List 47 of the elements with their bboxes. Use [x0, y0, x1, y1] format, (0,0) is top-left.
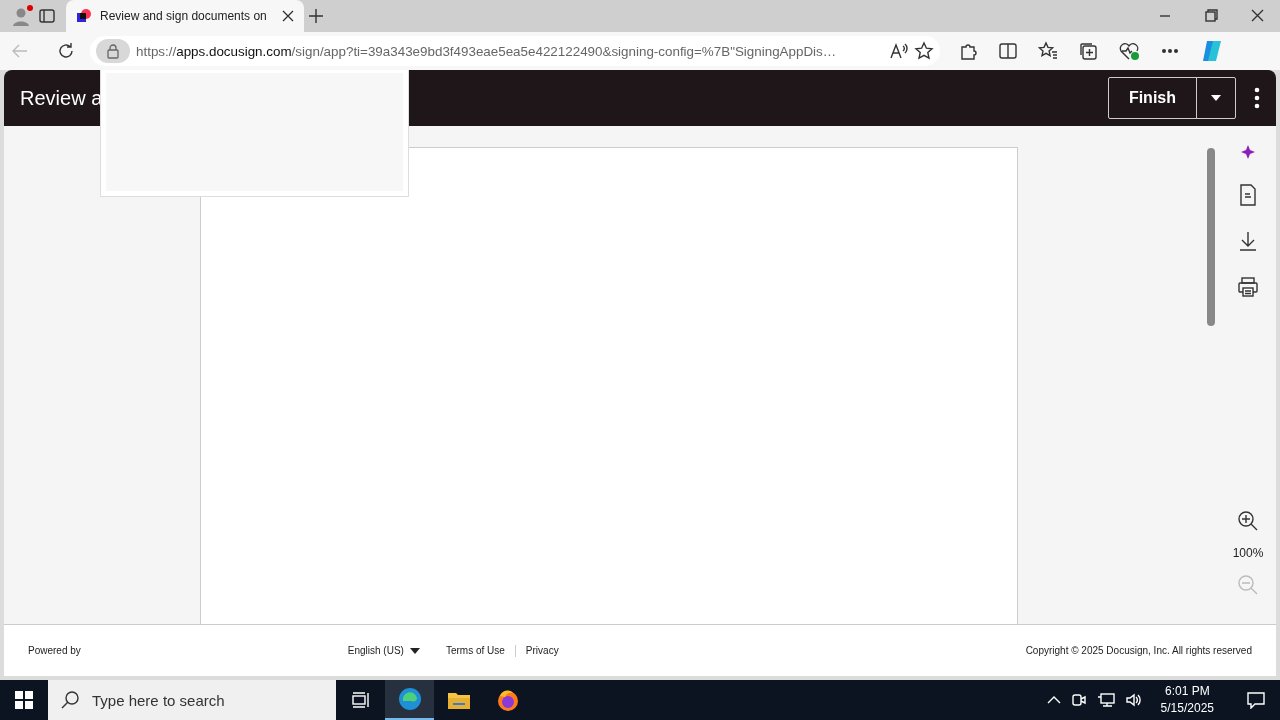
edge-taskbar-button[interactable] — [385, 680, 434, 720]
task-view-icon[interactable] — [350, 691, 371, 709]
app-logo-icon — [76, 8, 92, 24]
powered-by-text: Powered by — [28, 645, 81, 656]
new-tab-icon[interactable] — [308, 8, 324, 24]
collections-icon[interactable] — [1078, 41, 1098, 61]
close-icon[interactable] — [282, 10, 294, 22]
read-aloud-icon[interactable] — [888, 41, 908, 61]
caret-icon — [1210, 94, 1222, 102]
copyright-text: Copyright © 2025 Docusign, Inc. All rights reserved — [1025, 645, 1252, 656]
notifications-icon[interactable] — [1246, 691, 1266, 709]
print-icon[interactable] — [1237, 276, 1259, 298]
copilot-icon[interactable] — [1200, 39, 1224, 63]
network-icon[interactable] — [1096, 692, 1115, 708]
split-screen-icon[interactable] — [998, 41, 1018, 61]
extensions-icon[interactable] — [958, 41, 978, 61]
profile-icon[interactable] — [10, 4, 34, 28]
search-icon — [60, 690, 80, 710]
windows-start-icon[interactable] — [15, 691, 33, 709]
more-options-icon[interactable] — [1254, 87, 1260, 109]
zoom-level: 100% — [1232, 546, 1264, 560]
address-bar[interactable]: https://apps.docusign.com/sign/app?ti=39a343e9bd3f493eae5ea5e422122490&signing-config=%7B"SigningAppDis… — [90, 36, 940, 66]
refresh-icon[interactable] — [56, 41, 76, 61]
sparkle-icon[interactable] — [1240, 144, 1256, 160]
tab-title: Review and sign documents on — [100, 9, 268, 23]
lock-icon[interactable] — [96, 39, 130, 63]
privacy-link[interactable]: Privacy — [525, 645, 559, 656]
taskbar-search-field[interactable]: Type here to search — [48, 680, 336, 720]
terms-link[interactable]: Terms of Use — [445, 645, 505, 656]
tray-chevron-icon[interactable] — [1046, 695, 1061, 705]
favorites-icon[interactable] — [1038, 41, 1058, 61]
folder-icon[interactable] — [446, 690, 471, 710]
tab-actions-icon[interactable] — [38, 7, 56, 25]
browser-icon — [397, 687, 422, 711]
favorite-star-icon[interactable] — [914, 41, 934, 61]
zoom-in-icon[interactable] — [1237, 510, 1259, 532]
taskbar-clock[interactable]: 6:01 PM 5/15/2025 — [1152, 683, 1222, 717]
browser-tab[interactable]: Review and sign documents on — [66, 0, 304, 32]
document-icon[interactable] — [1239, 184, 1257, 206]
download-icon[interactable] — [1238, 230, 1258, 252]
volume-icon[interactable] — [1124, 692, 1143, 708]
camera-icon[interactable] — [1070, 692, 1087, 708]
url-text: https://apps.docusign.com/sign/app?ti=39a343e9bd3f493eae5ea5e422122490&signing-config=%7B"SigningAppDis… — [136, 43, 838, 59]
health-icon[interactable] — [1118, 41, 1140, 61]
language-selector[interactable]: English (US) — [347, 645, 420, 656]
caret-icon — [409, 647, 420, 654]
firefox-icon[interactable] — [495, 688, 520, 712]
